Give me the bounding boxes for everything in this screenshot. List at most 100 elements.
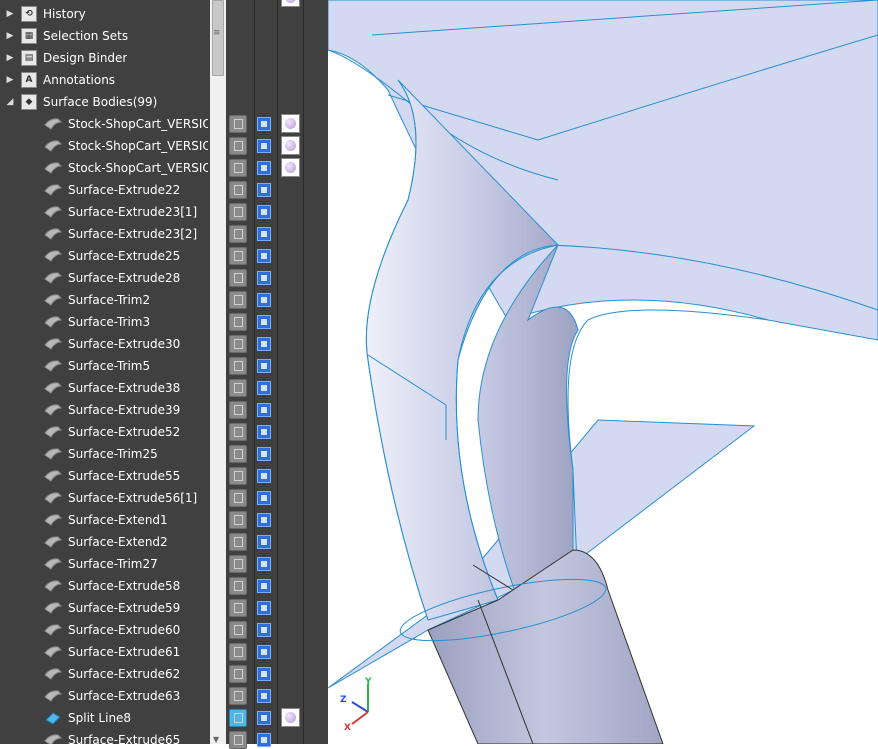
surface-body-item[interactable]: Surface-Extrude23[1] xyxy=(0,201,210,223)
surface-body-item[interactable]: Surface-Extrude28 xyxy=(0,267,210,289)
surface-body-item[interactable]: Surface-Trim5 xyxy=(0,355,210,377)
tree-scrollbar[interactable]: ≡ ▼ xyxy=(210,0,226,744)
surface-body-item[interactable]: Stock-ShopCart_VERSION_ xyxy=(0,135,210,157)
surface-body-item[interactable]: Stock-ShopCart_VERSION_ xyxy=(0,157,210,179)
appearance-swatch[interactable] xyxy=(281,136,300,155)
scrollbar-thumb[interactable] xyxy=(212,0,224,76)
body-type-icon xyxy=(229,137,247,155)
visibility-icon[interactable] xyxy=(257,711,271,725)
surface-body-item[interactable]: Surface-Extrude56[1] xyxy=(0,487,210,509)
visibility-icon[interactable] xyxy=(257,535,271,549)
body-type-icon xyxy=(229,159,247,177)
surface-body-item[interactable]: Surface-Trim27 xyxy=(0,553,210,575)
visibility-icon[interactable] xyxy=(257,645,271,659)
appearance-swatch[interactable] xyxy=(281,158,300,177)
expand-right-icon[interactable]: ▶ xyxy=(3,9,17,19)
surface-body-item[interactable]: Surface-Extrude23[2] xyxy=(0,223,210,245)
expand-right-icon[interactable]: ▶ xyxy=(3,75,17,85)
surface-body-label: Surface-Extrude65 xyxy=(68,733,181,744)
scroll-down-arrow-icon[interactable]: ▼ xyxy=(213,735,219,744)
history-icon: ⟲ xyxy=(21,6,37,22)
surface-body-item[interactable]: Surface-Extrude59 xyxy=(0,597,210,619)
surface-body-label: Surface-Trim25 xyxy=(68,447,158,461)
surface-body-item[interactable]: Surface-Trim2 xyxy=(0,289,210,311)
visibility-icon[interactable] xyxy=(257,293,271,307)
visibility-icon[interactable] xyxy=(257,337,271,351)
surface-body-item[interactable]: Surface-Extend2 xyxy=(0,531,210,553)
tree-item-annotations[interactable]: ▶ A Annotations xyxy=(0,69,210,91)
surface-body-item[interactable]: Surface-Extrude38 xyxy=(0,377,210,399)
tree-item-label: Surface Bodies(99) xyxy=(43,95,158,109)
tree-item-history[interactable]: ▶ ⟲ History xyxy=(0,3,210,25)
visibility-icon[interactable] xyxy=(257,601,271,615)
surface-body-item[interactable]: Surface-Extrude61 xyxy=(0,641,210,663)
expand-down-icon[interactable]: ◢ xyxy=(3,97,17,107)
body-type-icon xyxy=(229,643,247,661)
visibility-icon[interactable] xyxy=(257,469,271,483)
visibility-icon[interactable] xyxy=(257,667,271,681)
appearance-swatch[interactable] xyxy=(281,0,300,7)
surface-body-item[interactable]: Surface-Extrude39 xyxy=(0,399,210,421)
surface-body-item[interactable]: Surface-Extrude62 xyxy=(0,663,210,685)
surface-body-item[interactable]: Surface-Extrude55 xyxy=(0,465,210,487)
graphics-viewport[interactable] xyxy=(327,0,878,745)
triad-y-label: Y xyxy=(364,677,372,687)
visibility-icon[interactable] xyxy=(257,557,271,571)
visibility-icon[interactable] xyxy=(257,139,271,153)
visibility-icon[interactable] xyxy=(257,117,271,131)
surface-body-item[interactable]: Split Line8 xyxy=(0,707,210,729)
surface-body-icon xyxy=(44,556,62,572)
tree-item-selection-sets[interactable]: ▶ ▦ Selection Sets xyxy=(0,25,210,47)
visibility-icon[interactable] xyxy=(257,359,271,373)
surface-body-item[interactable]: Surface-Extrude30 xyxy=(0,333,210,355)
body-type-icon xyxy=(229,665,247,683)
surface-body-item[interactable]: Surface-Trim3 xyxy=(0,311,210,333)
visibility-icon[interactable] xyxy=(257,205,271,219)
surface-body-item[interactable]: Surface-Extrude58 xyxy=(0,575,210,597)
surface-body-item[interactable]: Surface-Extrude60 xyxy=(0,619,210,641)
visibility-icon[interactable] xyxy=(257,579,271,593)
visibility-icon[interactable] xyxy=(257,733,271,747)
surface-body-item[interactable]: Surface-Extrude63 xyxy=(0,685,210,707)
visibility-icon[interactable] xyxy=(257,227,271,241)
visibility-icon[interactable] xyxy=(257,183,271,197)
surface-body-item[interactable]: Surface-Extrude22 xyxy=(0,179,210,201)
surface-body-label: Surface-Extrude38 xyxy=(68,381,181,395)
surface-body-label: Surface-Extrude22 xyxy=(68,183,181,197)
visibility-icon[interactable] xyxy=(257,513,271,527)
visibility-icon[interactable] xyxy=(257,403,271,417)
tree-item-design-binder[interactable]: ▶ ▤ Design Binder xyxy=(0,47,210,69)
expand-right-icon[interactable]: ▶ xyxy=(3,53,17,63)
visibility-icon[interactable] xyxy=(257,491,271,505)
surface-body-label: Surface-Trim27 xyxy=(68,557,158,571)
surface-body-item[interactable]: Surface-Extrude25 xyxy=(0,245,210,267)
body-type-icon xyxy=(229,555,247,573)
visibility-icon[interactable] xyxy=(257,689,271,703)
visibility-icon[interactable] xyxy=(257,271,271,285)
surface-body-item[interactable]: Surface-Extrude65 xyxy=(0,729,210,744)
visibility-icon[interactable] xyxy=(257,381,271,395)
surface-body-icon xyxy=(44,424,62,440)
model-view xyxy=(327,0,878,745)
visibility-icon[interactable] xyxy=(257,623,271,637)
appearance-swatch[interactable] xyxy=(281,114,300,133)
surface-body-item[interactable]: Surface-Extrude52 xyxy=(0,421,210,443)
body-type-icon xyxy=(229,577,247,595)
visibility-icon[interactable] xyxy=(257,161,271,175)
triad-x-label: X xyxy=(344,723,351,732)
tree-item-surface-bodies-folder[interactable]: ◢ ◆ Surface Bodies(99) xyxy=(0,91,210,113)
visibility-icon[interactable] xyxy=(257,249,271,263)
surface-body-item[interactable]: Surface-Trim25 xyxy=(0,443,210,465)
body-type-icon xyxy=(229,709,247,727)
visibility-icon[interactable] xyxy=(257,425,271,439)
surface-body-icon xyxy=(44,402,62,418)
surface-bodies-folder-icon: ◆ xyxy=(21,94,37,110)
appearance-swatch[interactable] xyxy=(281,708,300,727)
visibility-icon[interactable] xyxy=(257,447,271,461)
visibility-icon[interactable] xyxy=(257,315,271,329)
expand-right-icon[interactable]: ▶ xyxy=(3,31,17,41)
surface-body-item[interactable]: Stock-ShopCart_VERSION_ xyxy=(0,113,210,135)
surface-body-icon xyxy=(44,732,62,744)
surface-body-label: Stock-ShopCart_VERSION_ xyxy=(68,139,208,153)
surface-body-item[interactable]: Surface-Extend1 xyxy=(0,509,210,531)
